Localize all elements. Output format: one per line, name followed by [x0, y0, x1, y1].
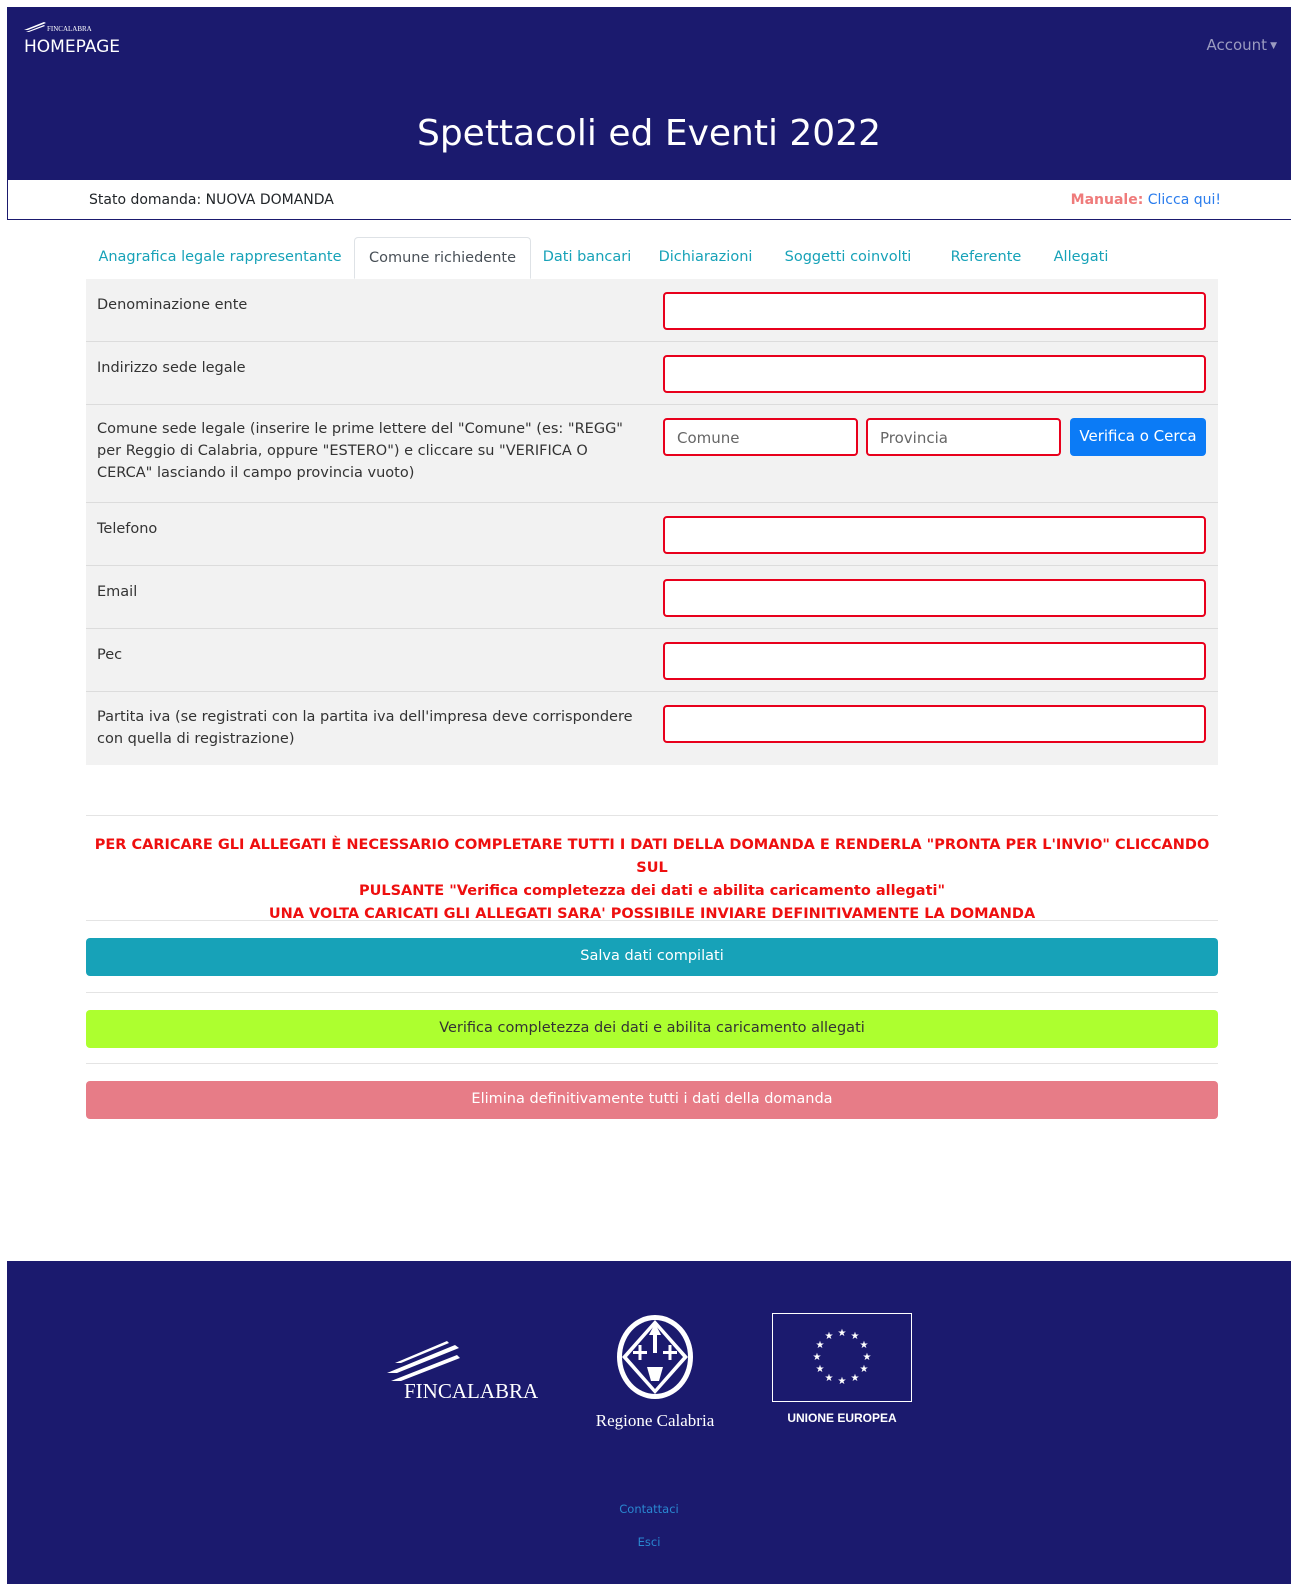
telefono-input[interactable]	[663, 516, 1206, 554]
tab-anagrafica[interactable]: Anagrafica legale rappresentante	[86, 237, 354, 279]
stato-domanda: Stato domanda: NUOVA DOMANDA	[89, 192, 334, 208]
allegati-warning: PER CARICARE GLI ALLEGATI È NECESSARIO C…	[86, 834, 1218, 926]
row-partita-iva: Partita iva (se registrati con la partit…	[86, 692, 1218, 765]
svg-text:★: ★	[851, 1331, 860, 1342]
caret-down-icon: ▼	[1270, 41, 1277, 51]
partita-iva-label: Partita iva (se registrati con la partit…	[97, 709, 633, 747]
svg-text:★: ★	[816, 1364, 825, 1375]
tab-comune-richiedente[interactable]: Comune richiedente	[354, 237, 531, 279]
row-email: Email	[86, 566, 1218, 629]
tab-referente[interactable]: Referente	[928, 237, 1044, 279]
contattaci-link[interactable]: Contattaci	[7, 1502, 1291, 1516]
svg-text:★: ★	[860, 1340, 869, 1351]
save-button[interactable]: Salva dati compilati	[86, 938, 1218, 976]
fincalabra-text: FINCALABRA	[404, 1379, 539, 1403]
comune-input[interactable]: Comune	[663, 418, 858, 456]
pec-input[interactable]	[663, 642, 1206, 680]
svg-text:★: ★	[816, 1340, 825, 1351]
footer: FINCALABRA Regione Calabria ★ ★ ★ ★ ★ ★ …	[7, 1261, 1291, 1584]
partita-iva-input[interactable]	[663, 705, 1206, 743]
email-input[interactable]	[663, 579, 1206, 617]
unione-europea-logo: ★ ★ ★ ★ ★ ★ ★ ★ ★ ★ ★ ★ UNIONE EUROPEA	[772, 1313, 912, 1425]
svg-text:★: ★	[860, 1364, 869, 1375]
comune-label: Comune sede legale (inserire le prime le…	[97, 421, 623, 481]
row-telefono: Telefono	[86, 503, 1218, 566]
top-header: FINCALABRA HOMEPAGE Account ▼ Spettacoli …	[7, 7, 1291, 180]
row-comune: Comune sede legale (inserire le prime le…	[86, 405, 1218, 503]
regione-calabria-logo: Regione Calabria	[585, 1311, 725, 1431]
warning-line-1: PER CARICARE GLI ALLEGATI È NECESSARIO C…	[94, 837, 1210, 876]
page-title: Spettacoli ed Eventi 2022	[416, 113, 882, 154]
divider	[86, 815, 1218, 816]
pec-label: Pec	[97, 647, 123, 663]
esci-link[interactable]: Esci	[7, 1535, 1291, 1549]
warning-line-3: UNA VOLTA CARICATI GLI ALLEGATI SARA' PO…	[268, 906, 1036, 922]
provincia-input[interactable]: Provincia	[866, 418, 1061, 456]
eu-flag-icon: ★ ★ ★ ★ ★ ★ ★ ★ ★ ★ ★ ★	[772, 1313, 912, 1402]
fincalabra-wing-icon	[24, 22, 46, 32]
svg-text:★: ★	[825, 1331, 834, 1342]
tab-soggetti-coinvolti[interactable]: Soggetti coinvolti	[768, 237, 928, 279]
homepage-link[interactable]: HOMEPAGE	[24, 37, 120, 57]
regione-calabria-text: Regione Calabria	[595, 1411, 715, 1430]
tab-dati-bancari[interactable]: Dati bancari	[531, 237, 643, 279]
divider	[86, 1063, 1218, 1064]
homepage-brand[interactable]: FINCALABRA HOMEPAGE	[24, 19, 120, 57]
manuale-link[interactable]: Clicca qui!	[1148, 192, 1221, 208]
verify-button[interactable]: Verifica completezza dei dati e abilita …	[86, 1010, 1218, 1048]
tab-allegati[interactable]: Allegati	[1044, 237, 1118, 279]
email-label: Email	[97, 584, 138, 600]
row-denominazione: Denominazione ente	[86, 279, 1218, 342]
form-tabs: Anagrafica legale rappresentante Comune …	[86, 237, 1218, 279]
comune-form: Denominazione ente Indirizzo sede legale…	[86, 279, 1218, 765]
denominazione-input[interactable]	[663, 292, 1206, 330]
svg-text:★: ★	[825, 1373, 834, 1384]
account-dropdown[interactable]: Account ▼	[1207, 36, 1278, 54]
divider	[86, 920, 1218, 921]
regione-calabria-crest-icon	[617, 1315, 693, 1399]
manuale-info: Manuale: Clicca qui!	[1071, 192, 1221, 208]
unione-europea-text: UNIONE EUROPEA	[787, 1411, 897, 1425]
manuale-label: Manuale:	[1070, 192, 1144, 208]
svg-text:★: ★	[813, 1352, 822, 1363]
fincalabra-logo: FINCALABRA	[387, 1341, 538, 1403]
svg-text:★: ★	[863, 1352, 872, 1363]
row-pec: Pec	[86, 629, 1218, 692]
svg-text:★: ★	[838, 1328, 847, 1339]
svg-text:★: ★	[851, 1373, 860, 1384]
indirizzo-label: Indirizzo sede legale	[97, 360, 246, 376]
telefono-label: Telefono	[97, 521, 158, 537]
tab-dichiarazioni[interactable]: Dichiarazioni	[643, 237, 768, 279]
warning-line-2: PULSANTE "Verifica completezza dei dati …	[358, 883, 946, 899]
verifica-cerca-button[interactable]: Verifica o Cerca	[1070, 418, 1206, 456]
delete-button[interactable]: Elimina definitivamente tutti i dati del…	[86, 1081, 1218, 1119]
svg-text:★: ★	[838, 1376, 847, 1387]
denominazione-label: Denominazione ente	[97, 297, 248, 313]
fincalabra-logo-small: FINCALABRA	[24, 19, 120, 33]
account-label: Account	[1206, 36, 1268, 54]
brand-small-text: FINCALABRA	[47, 25, 92, 33]
status-bar: Stato domanda: NUOVA DOMANDA Manuale: Cl…	[7, 180, 1291, 220]
indirizzo-input[interactable]	[663, 355, 1206, 393]
row-indirizzo: Indirizzo sede legale	[86, 342, 1218, 405]
divider	[86, 992, 1218, 993]
